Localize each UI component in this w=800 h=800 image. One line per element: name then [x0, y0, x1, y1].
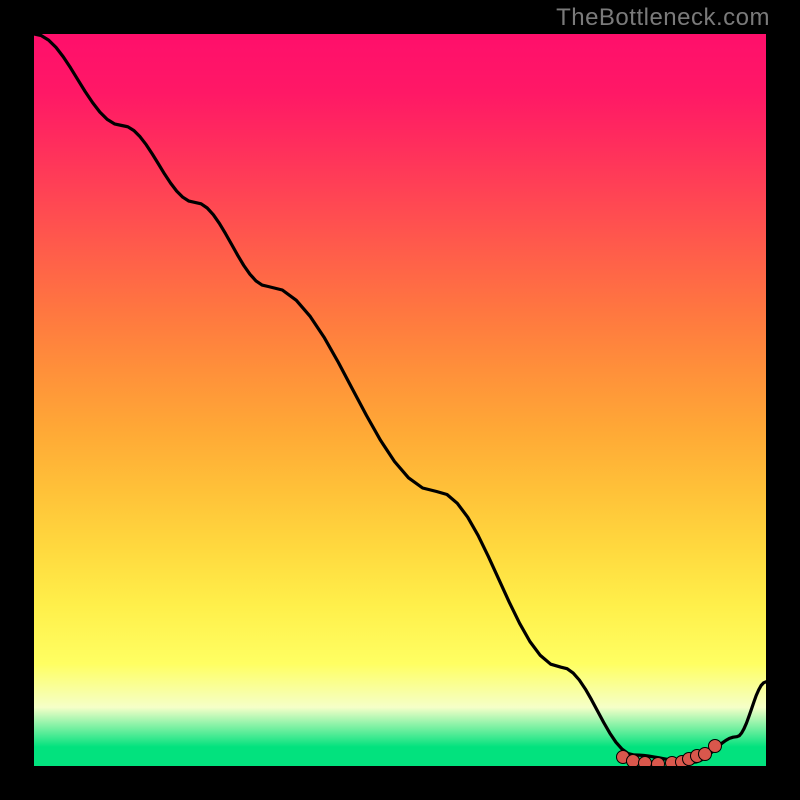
marker-point [651, 757, 665, 766]
curve-layer [34, 34, 766, 766]
line-series [34, 34, 766, 762]
marker-point [708, 739, 722, 753]
marker-point [638, 756, 652, 766]
plot-area [34, 34, 766, 766]
watermark-text: TheBottleneck.com [556, 4, 770, 32]
chart-container: TheBottleneck.com [0, 0, 800, 800]
